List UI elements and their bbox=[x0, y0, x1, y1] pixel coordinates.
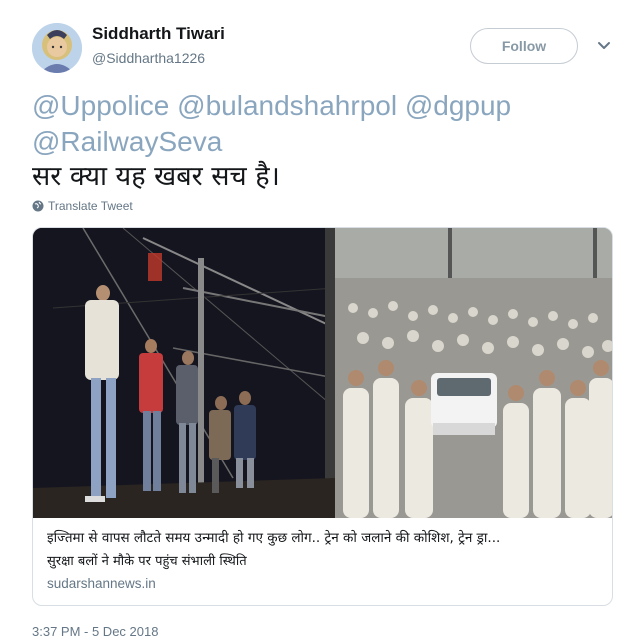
author-handle[interactable]: @Siddhartha1226 bbox=[92, 50, 205, 66]
avatar-image bbox=[32, 23, 82, 73]
card-description: सुरक्षा बलों ने मौके पर पहुंच संभाली स्थ… bbox=[47, 554, 247, 569]
author-name[interactable]: Siddharth Tiwari bbox=[92, 24, 225, 44]
translate-tweet-link[interactable]: Translate Tweet bbox=[32, 199, 133, 213]
globe-icon bbox=[32, 200, 44, 212]
card-title[interactable]: इज्तिमा से वापस लौटते समय उन्मादी हो गए … bbox=[47, 528, 607, 546]
follow-button[interactable]: Follow bbox=[470, 28, 578, 64]
translate-label: Translate Tweet bbox=[48, 199, 133, 213]
avatar[interactable] bbox=[32, 23, 82, 73]
chevron-down-icon[interactable] bbox=[596, 38, 612, 54]
tweet-text: सर क्या यह खबर सच है। bbox=[32, 161, 280, 192]
card-image bbox=[33, 228, 612, 518]
tweet-timestamp[interactable]: 3:37 PM - 5 Dec 2018 bbox=[32, 624, 158, 639]
card-domain: sudarshannews.in bbox=[47, 576, 156, 591]
link-card[interactable]: इज्तिमा से वापस लौटते समय उन्मादी हो गए … bbox=[32, 227, 613, 606]
tweet-mentions[interactable]: @Uppolice @bulandshahrpol @dgpup @Railwa… bbox=[32, 88, 612, 160]
